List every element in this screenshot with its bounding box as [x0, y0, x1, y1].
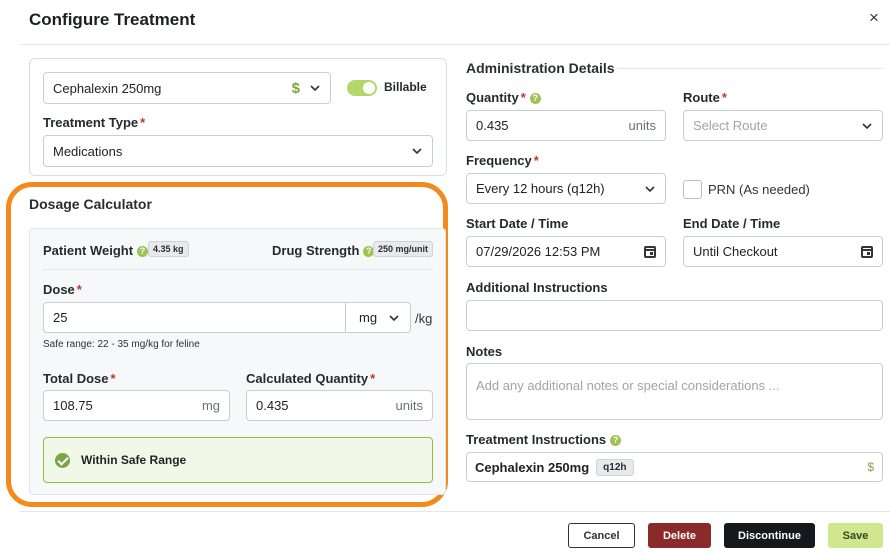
chevron-down-icon — [310, 85, 320, 92]
notes-label: Notes — [466, 344, 503, 359]
quantity-label-text: Quantity — [466, 90, 519, 105]
product-select[interactable]: Cephalexin 250mg $ — [43, 72, 331, 104]
calendar-icon[interactable] — [644, 245, 656, 258]
calculated-quantity-label-text: Calculated Quantity — [246, 371, 369, 386]
start-date-value: 07/29/2026 12:53 PM — [476, 244, 601, 259]
instructions-drug: Cephalexin 250mg — [475, 459, 590, 475]
save-button[interactable]: Save — [828, 523, 883, 548]
start-date-label: Start Date / Time — [466, 216, 569, 231]
end-date-input[interactable]: Until Checkout — [683, 236, 883, 267]
header-divider — [20, 44, 890, 45]
total-dose-label: Total Dose * — [43, 371, 116, 386]
close-icon[interactable]: × — [866, 9, 882, 26]
product-value: Cephalexin 250mg — [53, 80, 162, 96]
drug-strength-label-text: Drug Strength — [272, 243, 360, 258]
patient-weight-label-text: Patient Weight — [43, 243, 134, 258]
required-mark: * — [533, 153, 539, 168]
safe-range-status: Within Safe Range — [43, 437, 433, 483]
chevron-down-icon — [389, 314, 399, 321]
discontinue-button[interactable]: Discontinue — [724, 523, 815, 548]
dose-unit-select[interactable]: mg — [345, 302, 411, 333]
treatment-type-value: Medications — [53, 143, 123, 159]
dose-value: 25 — [53, 310, 68, 325]
drug-strength-label: Drug Strength? — [272, 243, 375, 258]
calculated-quantity-input[interactable]: 0.435 units — [246, 390, 433, 421]
treatment-instructions-label-text: Treatment Instructions — [466, 432, 607, 447]
required-mark: * — [520, 90, 526, 105]
instructions-frequency-chip: q12h — [596, 458, 634, 476]
calendar-icon[interactable] — [861, 245, 873, 258]
treatment-type-select[interactable]: Medications — [43, 135, 433, 167]
dose-label: Dose * — [43, 282, 82, 297]
dialog-title: Configure Treatment — [29, 10, 196, 29]
dose-label-text: Dose — [43, 282, 75, 297]
footer-divider — [20, 511, 890, 512]
frequency-label-text: Frequency — [466, 153, 532, 168]
chevron-down-icon — [645, 185, 655, 192]
notes-placeholder: Add any additional notes or special cons… — [476, 378, 780, 393]
frequency-select[interactable]: Every 12 hours (q12h) — [466, 173, 666, 204]
dose-unit-value: mg — [359, 310, 378, 325]
billable-label: Billable — [384, 80, 427, 94]
required-mark: * — [721, 90, 727, 105]
safe-range-status-text: Within Safe Range — [81, 453, 187, 467]
route-label-text: Route — [683, 90, 720, 105]
patient-weight-chip: 4.35 kg — [148, 241, 189, 257]
billable-toggle[interactable] — [347, 80, 377, 96]
treatment-instructions-label: Treatment Instructions? — [466, 432, 622, 447]
dosage-calculator-title: Dosage Calculator — [29, 196, 152, 212]
route-placeholder: Select Route — [693, 118, 768, 133]
quantity-unit: units — [628, 118, 656, 133]
treatment-type-label: Treatment Type * — [43, 115, 145, 130]
total-dose-unit: mg — [201, 398, 220, 413]
help-icon[interactable]: ? — [610, 435, 622, 446]
total-dose-label-text: Total Dose — [43, 371, 109, 386]
check-circle-icon — [55, 452, 70, 468]
safe-range-hint: Safe range: 22 - 35 mg/kg for feline — [43, 339, 200, 350]
calculated-quantity-unit: units — [395, 398, 423, 413]
quantity-value: 0.435 — [476, 118, 509, 133]
treatment-instructions-box: Cephalexin 250mg q12h $ — [466, 452, 883, 482]
calculated-quantity-value: 0.435 — [256, 398, 289, 413]
help-icon[interactable]: ? — [529, 93, 541, 104]
required-mark: * — [110, 371, 116, 386]
price-icon: $ — [867, 460, 874, 474]
required-mark: * — [76, 282, 82, 297]
chevron-down-icon — [862, 122, 872, 129]
required-mark: * — [370, 371, 376, 386]
delete-button[interactable]: Delete — [648, 523, 711, 548]
quantity-label: Quantity *? — [466, 90, 541, 105]
drug-strength-chip: 250 mg/unit — [373, 241, 434, 257]
calculator-divider — [43, 269, 433, 270]
price-icon: $ — [291, 79, 300, 97]
patient-weight-label: Patient Weight? — [43, 243, 149, 258]
frequency-value: Every 12 hours (q12h) — [476, 181, 605, 196]
total-dose-input[interactable]: 108.75 mg — [43, 390, 230, 421]
administration-divider — [617, 68, 883, 69]
route-label: Route * — [683, 90, 727, 105]
end-date-value: Until Checkout — [693, 244, 778, 259]
quantity-input[interactable]: 0.435 units — [466, 110, 666, 141]
required-mark: * — [140, 115, 146, 130]
route-select[interactable]: Select Route — [683, 110, 883, 141]
administration-title: Administration Details — [466, 60, 615, 76]
dose-per-kg: /kg — [415, 311, 433, 326]
calculated-quantity-label: Calculated Quantity * — [246, 371, 375, 386]
additional-instructions-input[interactable] — [466, 300, 883, 331]
prn-label: PRN (As needed) — [708, 182, 810, 197]
notes-textarea[interactable]: Add any additional notes or special cons… — [466, 363, 883, 420]
help-icon[interactable]: ? — [137, 246, 149, 257]
end-date-label: End Date / Time — [683, 216, 781, 231]
treatment-type-label-text: Treatment Type — [43, 115, 139, 130]
cancel-button[interactable]: Cancel — [568, 523, 635, 548]
frequency-label: Frequency * — [466, 153, 539, 168]
prn-checkbox[interactable] — [683, 180, 702, 199]
chevron-down-icon — [412, 148, 422, 155]
start-date-input[interactable]: 07/29/2026 12:53 PM — [466, 236, 666, 267]
additional-instructions-label: Additional Instructions — [466, 280, 608, 295]
dose-input[interactable]: 25 — [43, 302, 346, 333]
total-dose-value: 108.75 — [53, 398, 93, 413]
